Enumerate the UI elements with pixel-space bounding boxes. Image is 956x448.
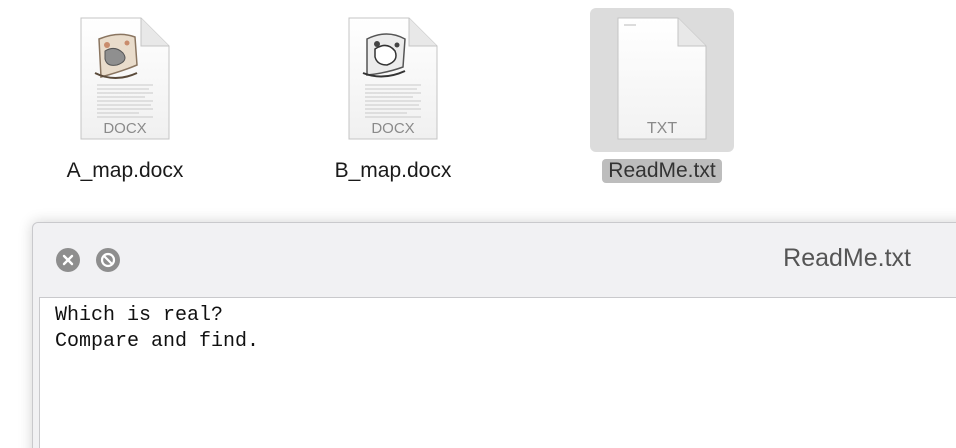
file-name-label[interactable]: ReadMe.txt [587, 158, 737, 184]
quicklook-window: ReadMe.txt Which is real? Compare and fi… [32, 222, 956, 448]
close-icon [62, 254, 74, 266]
file-type-badge: DOCX [103, 120, 146, 137]
file-icon-container[interactable]: DOCX [53, 8, 197, 152]
window-titlebar[interactable]: ReadMe.txt [33, 223, 956, 297]
file-icon-container[interactable]: TXT [590, 8, 734, 152]
file-name-label[interactable]: A_map.docx [50, 158, 200, 184]
text-content-area[interactable]: Which is real? Compare and find. [39, 297, 956, 448]
file-name-text: A_map.docx [66, 159, 184, 182]
text-line: Compare and find. [55, 330, 260, 353]
file-type-badge: DOCX [371, 120, 414, 137]
file-icon-container[interactable]: DOCX [321, 8, 465, 152]
file-name-text: ReadMe.txt [602, 159, 722, 183]
desktop: DOCX A_map.docx DOCX B_map.docx TXT Read… [0, 0, 956, 448]
file-type-badge: TXT [647, 120, 677, 137]
no-entry-icon [100, 252, 116, 268]
file-a-map[interactable]: DOCX A_map.docx [50, 8, 200, 188]
txt-file-icon: TXT [617, 17, 707, 140]
window-title: ReadMe.txt [783, 244, 911, 272]
file-b-map[interactable]: DOCX B_map.docx [318, 8, 468, 188]
docx-map-icon: DOCX [80, 17, 170, 140]
disabled-button[interactable] [96, 248, 120, 272]
file-name-text: B_map.docx [334, 159, 452, 182]
file-name-label[interactable]: B_map.docx [318, 158, 468, 184]
file-readme[interactable]: TXT ReadMe.txt [587, 8, 737, 188]
text-line: Which is real? [55, 304, 224, 327]
close-button[interactable] [56, 248, 80, 272]
docx-map-icon: DOCX [348, 17, 438, 140]
